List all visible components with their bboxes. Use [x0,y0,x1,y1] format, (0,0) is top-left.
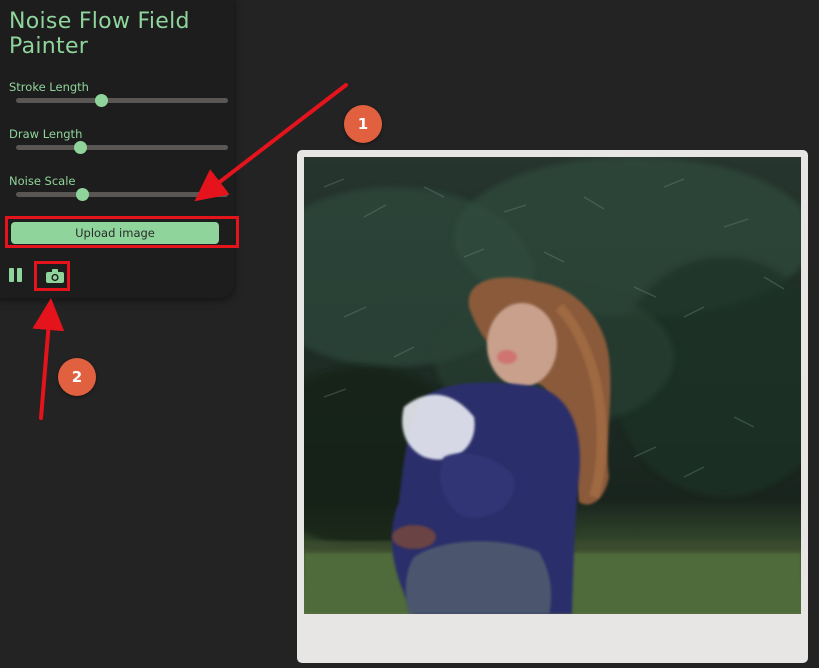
noise-scale-label: Noise Scale [9,174,76,188]
stroke-length-label: Stroke Length [9,80,89,94]
callout-badge-1: 1 [344,105,382,143]
callout-badge-2: 2 [58,358,96,396]
stroke-length-slider[interactable] [16,94,228,107]
noise-scale-slider[interactable] [16,188,228,201]
draw-length-thumb[interactable] [73,141,87,154]
painted-image-art [304,157,801,614]
pause-icon[interactable] [9,268,23,282]
camera-icon[interactable] [46,269,64,283]
painted-image [304,157,801,614]
draw-length-label: Draw Length [9,127,83,141]
app-title: Noise Flow Field Painter [9,9,190,59]
noise-scale-thumb[interactable] [75,188,89,201]
arrow-2 [32,298,65,420]
stroke-length-thumb[interactable] [94,94,108,107]
painting-canvas-frame [297,150,808,663]
draw-length-slider[interactable] [16,141,228,154]
upload-highlight-box [5,216,239,248]
camera-highlight-box [34,261,70,291]
